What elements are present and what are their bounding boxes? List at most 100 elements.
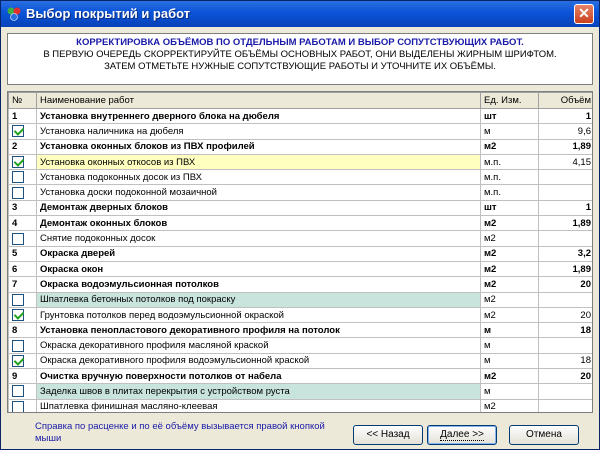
close-button[interactable]: ✕ xyxy=(574,4,594,24)
checkbox-cell[interactable] xyxy=(8,306,37,324)
volume-cell[interactable]: 9,6 xyxy=(538,123,592,140)
work-name[interactable]: Окраска окон xyxy=(36,260,481,278)
related-work-row[interactable]: Шпатлевка финишная масляно-клеевая м2 xyxy=(8,398,592,412)
checkbox-cell[interactable] xyxy=(8,291,37,308)
main-work-row[interactable]: 2 Установка оконных блоков из ПВХ профиле… xyxy=(8,138,592,155)
checkbox-cell[interactable] xyxy=(8,383,37,400)
checkbox-cell[interactable] xyxy=(8,352,37,370)
work-name[interactable]: Шпатлевка финишная масляно-клеевая xyxy=(36,398,481,412)
work-name[interactable]: Шпатлевка бетонных потолков под покраску xyxy=(36,291,481,308)
related-work-row[interactable]: Грунтовка потолков перед водоэмульсионно… xyxy=(8,306,592,324)
works-table: № Наименование работ Ед. Изм. Объём 1 Уст… xyxy=(8,92,592,412)
work-name[interactable]: Грунтовка потолков перед водоэмульсионно… xyxy=(36,306,481,324)
main-work-row[interactable]: 9 Очистка вручную поверхности потолков от… xyxy=(8,368,592,385)
work-name[interactable]: Окраска декоративного профиля масляной к… xyxy=(36,337,481,354)
volume-cell[interactable]: 1,89 xyxy=(538,138,592,155)
work-name[interactable]: Снятие подоконных досок xyxy=(36,230,481,247)
title-bar[interactable]: Выбор покрытий и работ ✕ xyxy=(1,1,599,27)
related-work-row[interactable]: Установка оконных откосов из ПВХ м.п. 4,15 xyxy=(8,153,592,171)
main-work-row[interactable]: 7 Окраска водоэмульсионная потолков м2 20 xyxy=(8,276,592,293)
volume-cell[interactable]: 20 xyxy=(538,368,592,385)
column-header-name[interactable]: Наименование работ xyxy=(36,92,481,109)
checkbox[interactable] xyxy=(12,186,24,199)
work-name[interactable]: Установка подоконных досок из ПВХ xyxy=(36,169,481,186)
main-work-row[interactable]: 4 Демонтаж оконных блоков м2 1,89 xyxy=(8,215,592,232)
main-work-row[interactable]: 5 Окраска дверей м2 3,2 xyxy=(8,245,592,262)
related-work-row[interactable]: Окраска декоративного профиля масляной к… xyxy=(8,337,592,354)
app-icon xyxy=(7,7,21,21)
work-name[interactable]: Заделка швов в плитах перекрытия с устро… xyxy=(36,383,481,400)
volume-cell[interactable]: 20 xyxy=(538,276,592,293)
checkbox-cell[interactable] xyxy=(8,184,37,201)
checked-checkbox[interactable] xyxy=(12,354,24,367)
related-work-row[interactable]: Снятие подоконных досок м2 xyxy=(8,230,592,247)
related-work-row[interactable]: Заделка швов в плитах перекрытия с устро… xyxy=(8,383,592,400)
volume-cell[interactable] xyxy=(538,291,592,308)
column-header-unit[interactable]: Ед. Изм. xyxy=(480,92,539,109)
work-name[interactable]: Окраска декоративного профиля водоэмульс… xyxy=(36,352,481,370)
work-name[interactable]: Демонтаж дверных блоков xyxy=(36,199,481,217)
column-header-number[interactable]: № xyxy=(8,92,37,109)
volume-cell[interactable]: 18 xyxy=(538,352,592,370)
volume-cell[interactable]: 4,15 xyxy=(538,153,592,171)
back-button[interactable]: << Назад xyxy=(353,425,423,445)
checkbox[interactable] xyxy=(12,293,24,306)
unit-cell: м xyxy=(480,383,539,400)
main-work-row[interactable]: 3 Демонтаж дверных блоков шт 1 xyxy=(8,199,592,217)
volume-cell[interactable]: 3,2 xyxy=(538,245,592,262)
unit-cell: м2 xyxy=(480,230,539,247)
checkbox-cell[interactable] xyxy=(8,123,37,140)
checkbox-cell[interactable] xyxy=(8,169,37,186)
volume-cell[interactable] xyxy=(538,337,592,354)
volume-cell[interactable]: 1,89 xyxy=(538,215,592,232)
main-work-row[interactable]: 1 Установка внутреннего дверного блока на… xyxy=(8,107,592,125)
checkbox-cell[interactable] xyxy=(8,230,37,247)
volume-cell[interactable] xyxy=(538,184,592,201)
volume-cell[interactable] xyxy=(538,398,592,412)
related-work-row[interactable]: Окраска декоративного профиля водоэмульс… xyxy=(8,352,592,370)
volume-cell[interactable]: 1 xyxy=(538,107,592,125)
volume-cell[interactable]: 1 xyxy=(538,199,592,217)
checkbox-cell[interactable] xyxy=(8,337,37,354)
work-name[interactable]: Установка пенопластового декоративного п… xyxy=(36,322,481,339)
volume-cell[interactable] xyxy=(538,230,592,247)
next-button-label: Далее >> xyxy=(440,429,484,441)
work-name[interactable]: Установка оконных откосов из ПВХ xyxy=(36,153,481,171)
checkbox[interactable] xyxy=(12,400,24,412)
next-button[interactable]: Далее >> xyxy=(427,425,497,445)
main-work-row[interactable]: 6 Окраска окон м2 1,89 xyxy=(8,260,592,278)
checkbox[interactable] xyxy=(12,171,24,184)
checkbox-cell[interactable] xyxy=(8,153,37,171)
work-name[interactable]: Очистка вручную поверхности потолков от … xyxy=(36,368,481,385)
column-header-volume[interactable]: Объём xyxy=(538,92,592,109)
related-work-row[interactable]: Шпатлевка бетонных потолков под покраску… xyxy=(8,291,592,308)
work-name[interactable]: Окраска дверей xyxy=(36,245,481,262)
checkbox[interactable] xyxy=(12,339,24,352)
volume-cell[interactable]: 1,89 xyxy=(538,260,592,278)
work-name[interactable]: Установка наличника на дюбеля xyxy=(36,123,481,140)
work-name[interactable]: Установка внутреннего дверного блока на … xyxy=(36,107,481,125)
instructions-line: ЗАТЕМ ОТМЕТЬТЕ НУЖНЫЕ СОПУТСТВУЮЩИЕ РАБО… xyxy=(104,61,496,72)
related-work-row[interactable]: Установка подоконных досок из ПВХ м.п. xyxy=(8,169,592,186)
checked-checkbox[interactable] xyxy=(12,309,24,321)
checkbox[interactable] xyxy=(12,385,24,398)
checkbox-cell[interactable] xyxy=(8,398,37,412)
volume-cell[interactable]: 18 xyxy=(538,322,592,339)
volume-cell[interactable] xyxy=(538,169,592,186)
main-work-row[interactable]: 8 Установка пенопластового декоративного … xyxy=(8,322,592,339)
volume-cell[interactable]: 20 xyxy=(538,306,592,324)
work-name[interactable]: Демонтаж оконных блоков xyxy=(36,215,481,232)
cancel-button[interactable]: Отмена xyxy=(509,425,579,445)
checked-checkbox[interactable] xyxy=(12,125,24,138)
volume-cell[interactable] xyxy=(538,383,592,400)
works-grid[interactable]: № Наименование работ Ед. Изм. Объём 1 Уст… xyxy=(7,91,593,413)
checkbox[interactable] xyxy=(12,232,24,245)
work-name[interactable]: Окраска водоэмульсионная потолков xyxy=(36,276,481,293)
work-name[interactable]: Установка оконных блоков из ПВХ профилей xyxy=(36,138,481,155)
unit-cell: шт xyxy=(480,107,539,125)
close-icon: ✕ xyxy=(578,5,590,21)
related-work-row[interactable]: Установка наличника на дюбеля м 9,6 xyxy=(8,123,592,140)
checked-checkbox[interactable] xyxy=(12,156,24,169)
related-work-row[interactable]: Установка доски подоконной мозаичной м.п. xyxy=(8,184,592,201)
work-name[interactable]: Установка доски подоконной мозаичной xyxy=(36,184,481,201)
